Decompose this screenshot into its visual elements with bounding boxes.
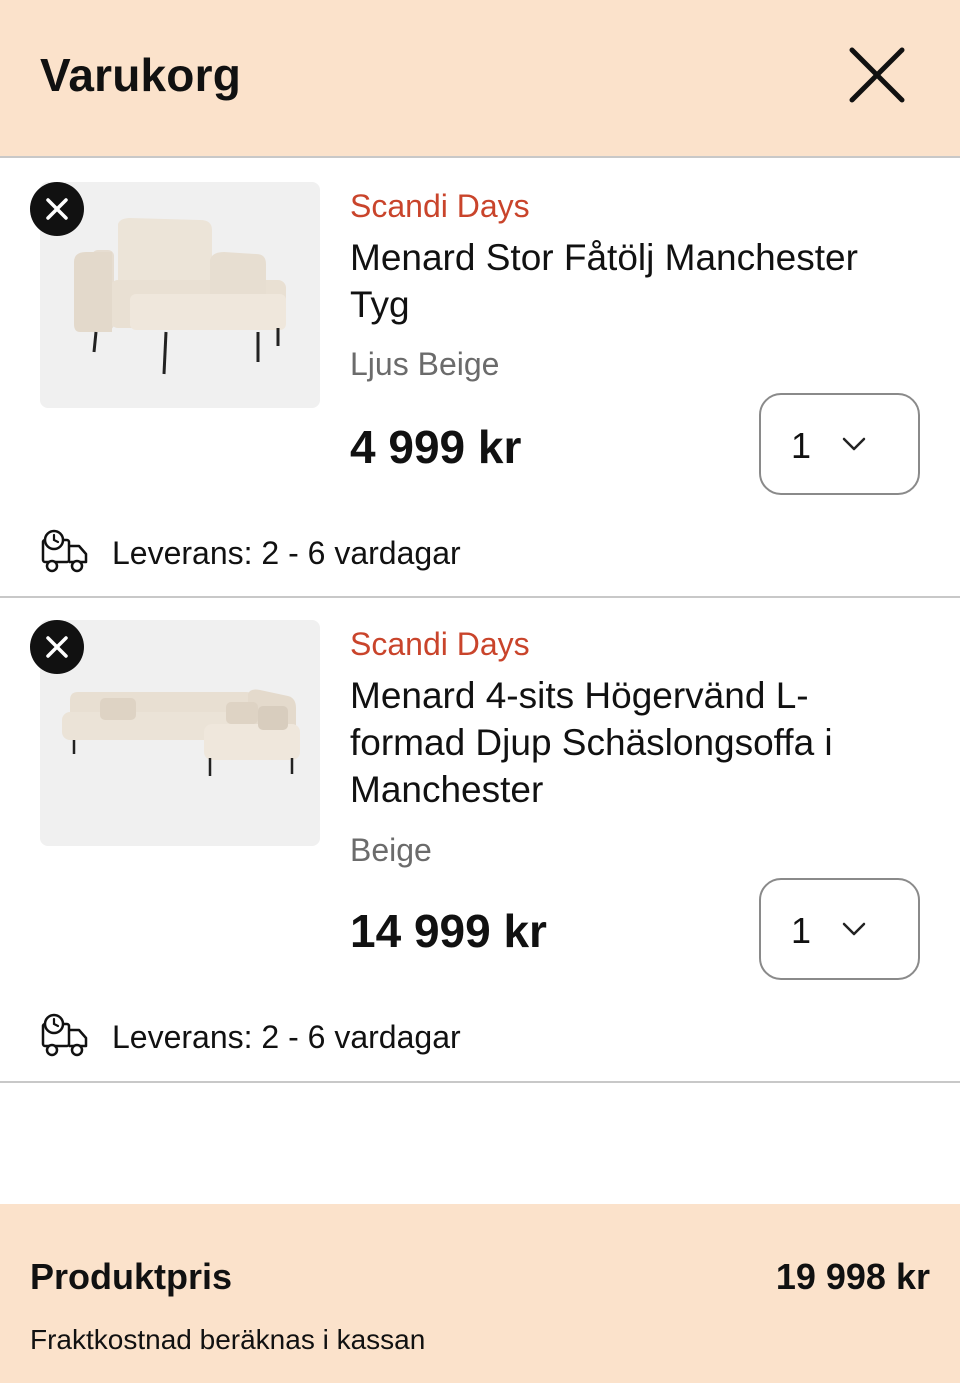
product-price: 14 999 kr xyxy=(350,905,547,957)
delivery-truck-icon xyxy=(41,529,88,573)
product-title[interactable]: Menard Stor Fåtölj Manchester Tyg xyxy=(350,234,920,328)
cart-item: Scandi Days Menard Stor Fåtölj Mancheste… xyxy=(0,160,960,598)
close-icon xyxy=(849,47,905,103)
quantity-value: 1 xyxy=(791,425,812,466)
page-title: Varukorg xyxy=(40,49,242,101)
product-price-label: Produktpris xyxy=(30,1256,233,1297)
quantity-select[interactable]: 1 xyxy=(759,393,920,495)
remove-item-button[interactable] xyxy=(30,620,84,674)
cart-header: Varukorg xyxy=(0,0,960,158)
cart-summary: Produktpris 19 998 kr Fraktkostnad beräk… xyxy=(0,1204,960,1383)
delivery-info: Leverans: 2 - 6 vardagar xyxy=(40,528,640,578)
product-title[interactable]: Menard 4-sits Högervänd L-formad Djup Sc… xyxy=(350,672,920,813)
product-price-total: 19 998 kr xyxy=(775,1256,930,1297)
close-button[interactable] xyxy=(846,44,908,106)
delivery-info: Leverans: 2 - 6 vardagar xyxy=(40,1012,640,1062)
product-variant: Beige xyxy=(350,832,432,868)
remove-item-icon xyxy=(46,636,68,658)
quantity-select[interactable]: 1 xyxy=(759,878,920,980)
remove-item-button[interactable] xyxy=(30,182,84,236)
shipping-note: Fraktkostnad beräknas i kassan xyxy=(30,1324,426,1355)
product-brand[interactable]: Scandi Days xyxy=(350,188,530,225)
quantity-value: 1 xyxy=(791,910,812,951)
delivery-truck-icon xyxy=(41,1013,88,1057)
delivery-text: Leverans: 2 - 6 vardagar xyxy=(112,1019,461,1055)
product-brand[interactable]: Scandi Days xyxy=(350,626,530,663)
product-variant: Ljus Beige xyxy=(350,346,500,382)
chevron-down-icon xyxy=(842,922,866,936)
product-price: 4 999 kr xyxy=(350,421,522,473)
remove-item-icon xyxy=(46,198,68,220)
chevron-down-icon xyxy=(842,437,866,451)
delivery-text: Leverans: 2 - 6 vardagar xyxy=(112,535,461,571)
cart-item: Scandi Days Menard 4-sits Högervänd L-fo… xyxy=(0,598,960,1083)
